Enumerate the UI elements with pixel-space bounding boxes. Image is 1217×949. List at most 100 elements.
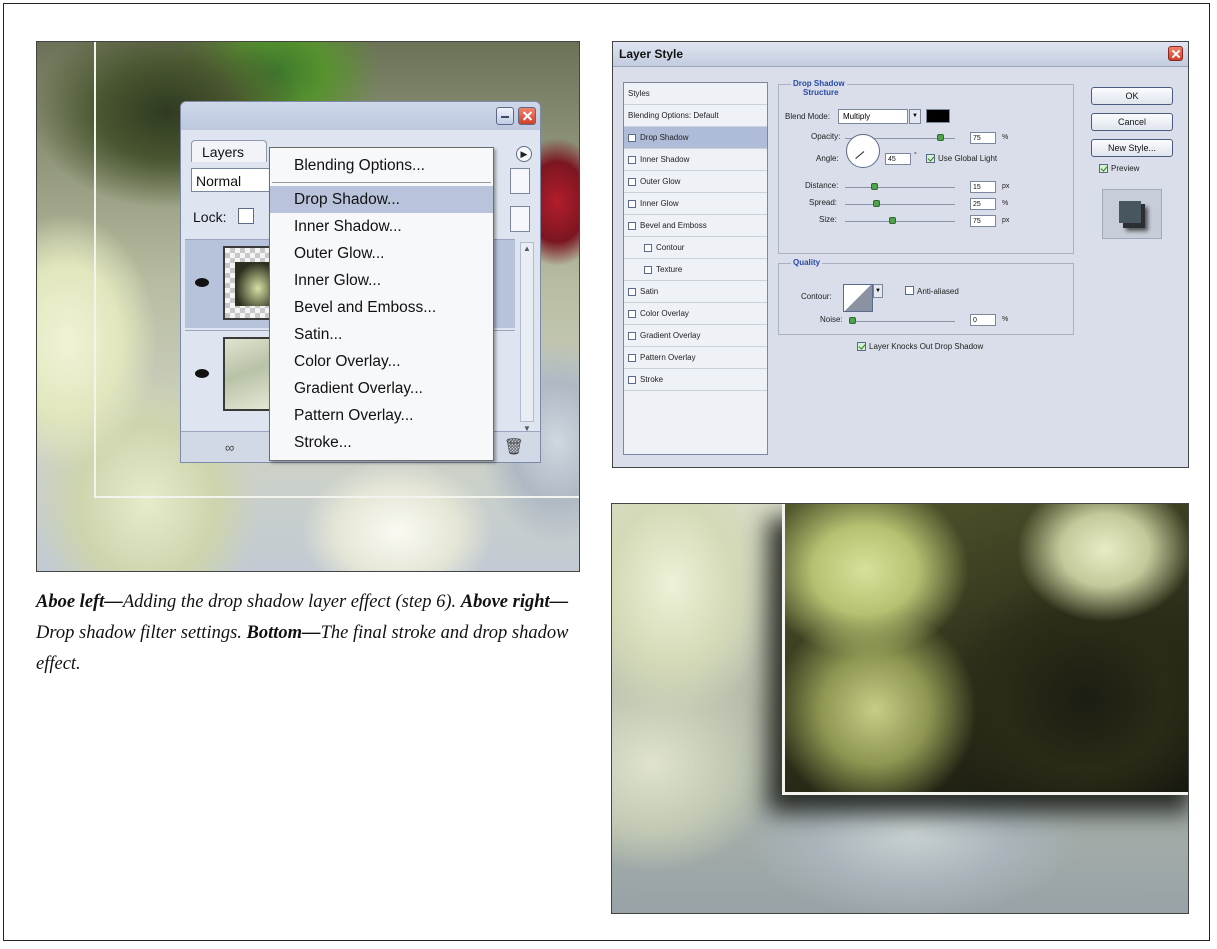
angle-dial[interactable] [846,134,880,168]
style-item-drop-shadow[interactable]: Drop Shadow [624,127,767,149]
menu-item-outer-glow[interactable]: Outer Glow... [270,240,493,267]
style-item-inner-shadow[interactable]: Inner Shadow [624,149,767,171]
menu-item-drop-shadow[interactable]: Drop Shadow... [270,186,493,213]
style-item-gradient-overlay[interactable]: Gradient Overlay [624,325,767,347]
menu-item-color-overlay[interactable]: Color Overlay... [270,348,493,375]
use-global-light-checkbox[interactable] [926,154,935,163]
lock-transparency-checkbox[interactable] [238,208,254,224]
noise-slider[interactable] [849,321,955,322]
size-slider[interactable] [845,221,955,222]
distance-slider[interactable] [845,187,955,188]
new-style-button[interactable]: New Style... [1091,139,1173,157]
quality-title: Quality [791,258,823,267]
menu-item-gradient-overlay[interactable]: Gradient Overlay... [270,375,493,402]
checkbox-icon[interactable] [628,177,636,186]
preview-checkbox[interactable] [1099,164,1108,173]
layers-screenshot: Layers ▶ Normal Lock: ▲ ▼ ∞ 🗑 Blending O… [36,41,580,572]
checkbox-icon[interactable] [628,287,636,296]
angle-input[interactable]: 45 [885,153,911,165]
noise-label: Noise: [820,315,843,324]
opacity-unit: % [1002,134,1009,141]
use-global-light-label: Use Global Light [938,154,998,163]
opacity-field[interactable] [510,168,530,194]
shadow-color-swatch[interactable] [926,109,950,123]
dialog-title: Layer Style [613,42,1188,67]
style-item-texture[interactable]: Texture [624,259,767,281]
knock-out-label: Layer Knocks Out Drop Shadow [869,342,984,351]
scroll-up-icon[interactable]: ▲ [520,242,534,256]
spread-unit: % [1002,200,1009,207]
menu-item-inner-glow[interactable]: Inner Glow... [270,267,493,294]
style-item-stroke[interactable]: Stroke [624,369,767,391]
blend-mode-select[interactable]: Normal [191,168,277,192]
menu-item-bevel-emboss[interactable]: Bevel and Emboss... [270,294,493,321]
checkbox-icon[interactable] [644,243,652,252]
cancel-button[interactable]: Cancel [1091,113,1173,131]
ok-button[interactable]: OK [1091,87,1173,105]
layer-style-dialog: Layer Style Styles Blending Options: Def… [612,41,1189,468]
knock-out-checkbox[interactable] [857,342,866,351]
checkbox-icon[interactable] [628,199,636,208]
eye-icon[interactable] [195,278,209,287]
caption-text-left: Adding the drop shadow layer effect (ste… [122,592,461,612]
caption-label-right: Above right— [460,592,569,612]
tab-layers[interactable]: Layers [191,140,267,162]
anti-aliased-checkbox[interactable] [905,286,914,295]
menu-item-inner-shadow[interactable]: Inner Shadow... [270,213,493,240]
noise-slider-handle[interactable] [849,317,856,324]
opacity-slider-handle[interactable] [937,134,944,141]
menu-separator [272,182,491,183]
distance-slider-handle[interactable] [871,183,878,190]
link-layers-icon[interactable]: ∞ [225,440,234,455]
noise-input[interactable]: 0 [970,314,996,326]
size-unit: px [1002,217,1010,224]
menu-item-stroke[interactable]: Stroke... [270,429,493,456]
checkbox-icon[interactable] [628,331,636,340]
eye-icon[interactable] [195,369,209,378]
panel-menu-icon[interactable]: ▶ [516,146,532,162]
shadow-blend-mode-select[interactable]: Multiply [838,109,908,124]
menu-item-blending-options[interactable]: Blending Options... [270,152,493,179]
chevron-down-icon[interactable]: ▼ [909,109,921,124]
style-item-inner-glow[interactable]: Inner Glow [624,193,767,215]
style-item-color-overlay[interactable]: Color Overlay [624,303,767,325]
distance-label: Distance: [805,181,839,190]
checkbox-icon[interactable] [628,309,636,318]
trash-icon[interactable]: 🗑 [504,437,524,457]
style-item-styles[interactable]: Styles [624,83,767,105]
checkbox-icon[interactable] [628,221,636,230]
checkbox-icon[interactable] [628,353,636,362]
caption-label-bottom: Bottom— [246,623,321,643]
distance-unit: px [1002,183,1010,190]
chevron-down-icon[interactable]: ▼ [873,284,883,298]
close-icon[interactable] [518,107,536,125]
spread-input[interactable]: 25 [970,198,996,210]
contour-preview[interactable] [843,284,873,312]
style-item-contour[interactable]: Contour [624,237,767,259]
style-item-blending-options[interactable]: Blending Options: Default [624,105,767,127]
layers-scrollbar[interactable] [520,242,534,422]
minimize-icon[interactable] [496,107,514,125]
checkbox-icon[interactable] [628,155,636,164]
checkbox-icon[interactable] [644,265,652,274]
spread-slider-handle[interactable] [873,200,880,207]
lock-label: Lock: [193,209,227,225]
style-item-bevel-emboss[interactable]: Bevel and Emboss [624,215,767,237]
menu-item-pattern-overlay[interactable]: Pattern Overlay... [270,402,493,429]
distance-input[interactable]: 15 [970,181,996,193]
anti-aliased-label: Anti-aliased [917,287,959,296]
checkbox-icon[interactable] [628,375,636,384]
style-item-pattern-overlay[interactable]: Pattern Overlay [624,347,767,369]
opacity-input[interactable]: 75 [970,132,996,144]
fill-field[interactable] [510,206,530,232]
checkbox-icon[interactable] [628,133,636,142]
style-item-outer-glow[interactable]: Outer Glow [624,171,767,193]
preview-label: Preview [1111,164,1140,173]
stroked-inset-photo [782,504,1188,795]
spread-slider[interactable] [845,204,955,205]
close-icon[interactable] [1168,46,1183,61]
style-item-satin[interactable]: Satin [624,281,767,303]
menu-item-satin[interactable]: Satin... [270,321,493,348]
size-input[interactable]: 75 [970,215,996,227]
size-slider-handle[interactable] [889,217,896,224]
